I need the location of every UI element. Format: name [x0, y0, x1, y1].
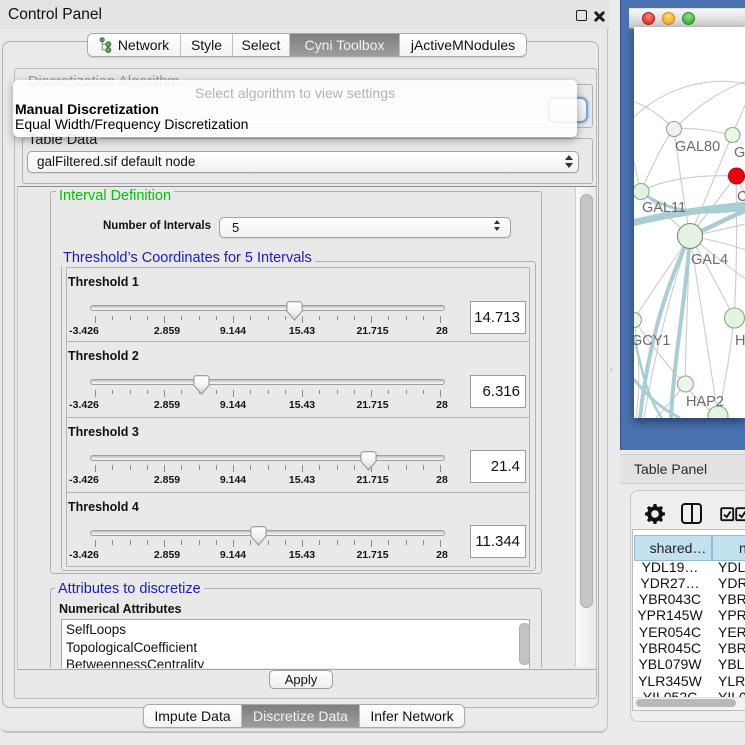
svg-text:GA: GA [734, 145, 745, 161]
svg-text:H: H [735, 333, 745, 349]
svg-text:GAL11: GAL11 [642, 200, 686, 216]
svg-text:GAL80: GAL80 [675, 139, 720, 155]
svg-text:GAL4: GAL4 [691, 252, 728, 268]
svg-text:HAP2: HAP2 [686, 394, 724, 410]
svg-text:C: C [737, 189, 745, 205]
svg-text:GCY1: GCY1 [634, 333, 671, 349]
